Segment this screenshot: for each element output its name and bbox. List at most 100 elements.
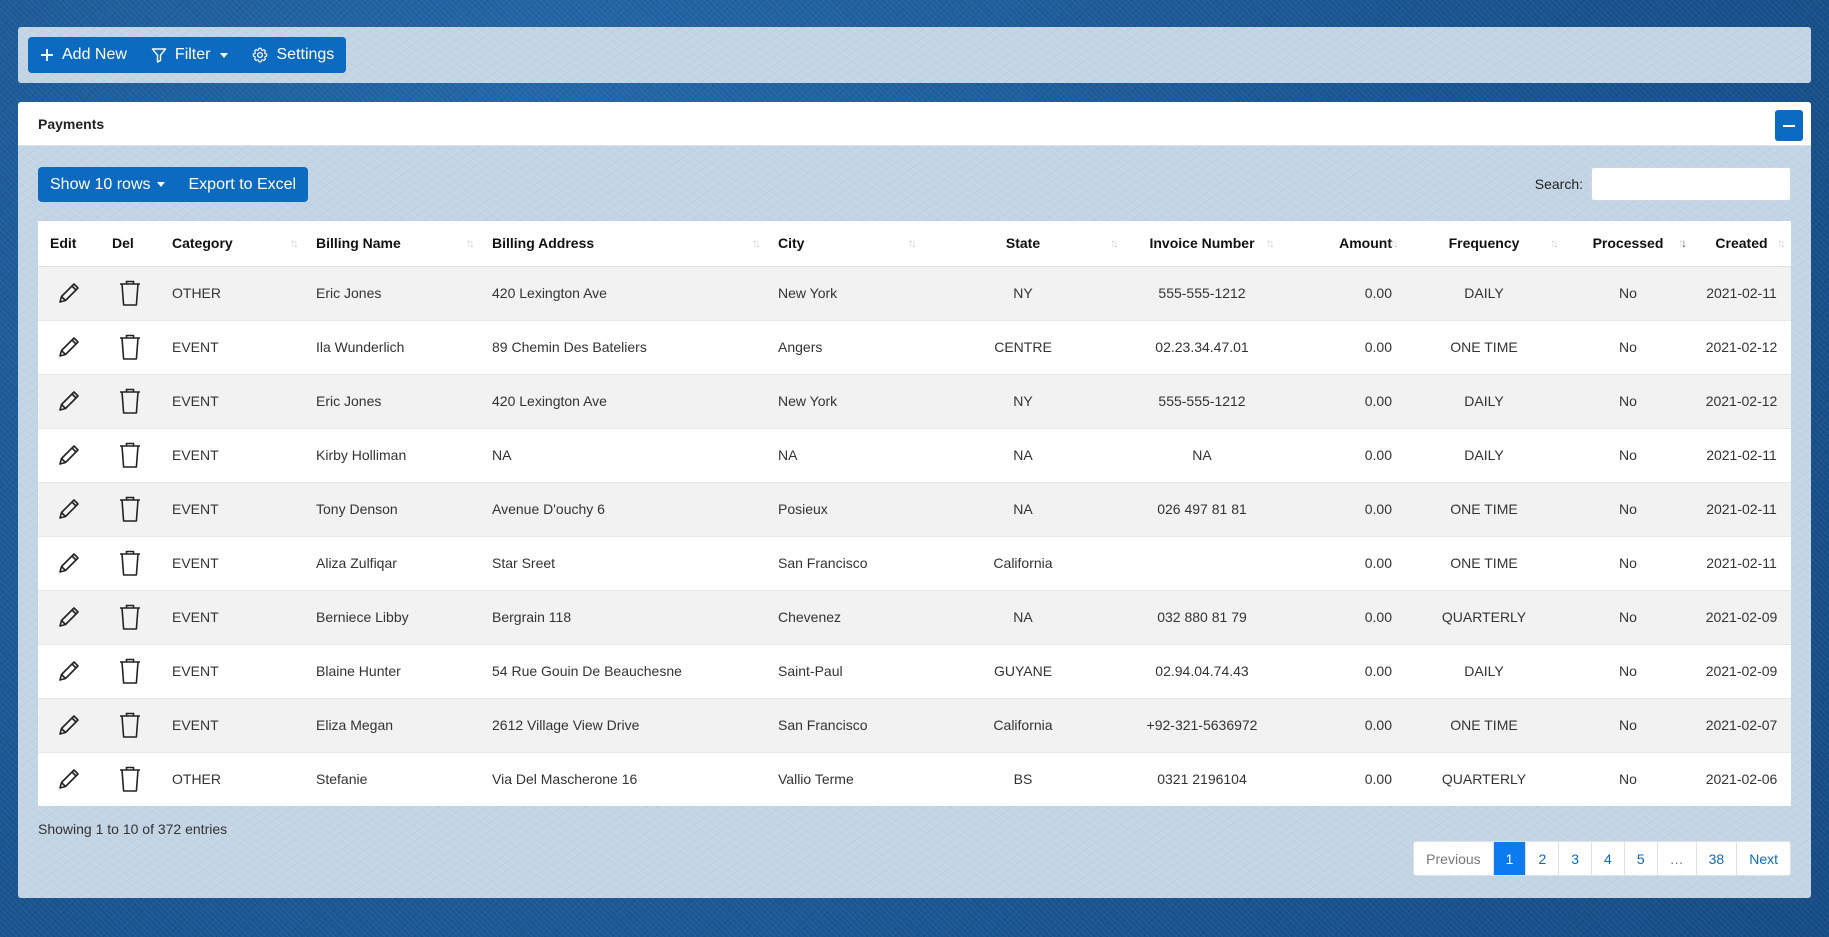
cell-amount: 0.00	[1280, 535, 1404, 590]
cell-city: San Francisco	[766, 697, 922, 752]
pencil-icon[interactable]	[55, 553, 83, 573]
plus-icon	[40, 48, 54, 62]
show-rows-dropdown[interactable]: Show 10 rows	[38, 167, 177, 202]
page-4-button[interactable]: 4	[1591, 842, 1624, 875]
cell-category: EVENT	[160, 697, 304, 752]
cell-frequency: QUARTERLY	[1404, 751, 1564, 806]
cell-invoice-number: 032 880 81 79	[1124, 589, 1280, 644]
edit-cell	[38, 751, 100, 806]
cell-state: GUYANE	[922, 643, 1124, 698]
trash-icon[interactable]	[117, 280, 143, 306]
pencil-icon[interactable]	[55, 445, 83, 465]
table-header-row: Edit Del Category ↑↓ Billing Name ↑↓ Billing A…	[38, 221, 1791, 267]
filter-button[interactable]: Filter	[138, 37, 241, 73]
cell-city: Posieux	[766, 481, 922, 536]
cell-frequency: DAILY	[1404, 643, 1564, 698]
trash-icon[interactable]	[117, 496, 143, 522]
column-header-label: Billing Address	[492, 235, 595, 252]
cell-billing-name: Aliza Zulfiqar	[304, 535, 480, 590]
cell-invoice-number: NA	[1124, 427, 1280, 482]
trash-icon[interactable]	[117, 658, 143, 684]
column-header-label: Billing Name	[316, 235, 401, 252]
cell-category: OTHER	[160, 265, 304, 320]
trash-icon[interactable]	[117, 712, 143, 738]
sort-arrows-icon: ↑↓	[1777, 236, 1786, 250]
next-page-button[interactable]: Next	[1736, 842, 1790, 875]
delete-cell	[100, 319, 160, 374]
page-3-button[interactable]: 3	[1558, 842, 1591, 875]
previous-page-button[interactable]: Previous	[1414, 842, 1492, 875]
cell-billing-address: 89 Chemin Des Bateliers	[480, 319, 766, 374]
cell-billing-address: Via Del Mascherone 16	[480, 751, 766, 806]
trash-icon[interactable]	[117, 334, 143, 360]
cell-frequency: ONE TIME	[1404, 481, 1564, 536]
trash-icon[interactable]	[117, 388, 143, 414]
page-1-button[interactable]: 1	[1492, 842, 1526, 875]
top-toolbar: Add New Filter Settings	[18, 27, 1811, 83]
settings-button[interactable]: Settings	[240, 37, 347, 73]
column-header-created[interactable]: Created ↑↓	[1692, 221, 1791, 267]
search-input[interactable]	[1591, 167, 1791, 201]
column-header-del: Del	[100, 221, 160, 267]
cell-frequency: DAILY	[1404, 265, 1564, 320]
collapse-button[interactable]	[1775, 110, 1803, 141]
pencil-icon[interactable]	[55, 499, 83, 519]
cell-category: EVENT	[160, 589, 304, 644]
delete-cell	[100, 751, 160, 806]
table-row: EVENT Eric Jones 420 Lexington Ave New York…	[38, 373, 1791, 428]
table-row: EVENT Kirby Holliman NA NA NA NA 0.00 DAILY No 20…	[38, 427, 1791, 482]
edit-cell	[38, 697, 100, 752]
column-header-amount[interactable]: Amount ↑↓	[1280, 221, 1404, 267]
sort-arrows-icon: ↑↓	[1110, 236, 1119, 250]
pencil-icon[interactable]	[55, 661, 83, 681]
page-5-button[interactable]: 5	[1623, 842, 1657, 875]
table-row: EVENT Blaine Hunter 54 Rue Gouin De Beauch…	[38, 643, 1791, 698]
export-excel-button[interactable]: Export to Excel	[177, 167, 309, 202]
column-header-label: Invoice Number	[1149, 235, 1255, 252]
column-header-label: Del	[112, 235, 134, 252]
column-header-frequency[interactable]: Frequency ↑↓	[1404, 221, 1564, 267]
column-header-label: City	[778, 235, 805, 252]
cell-category: OTHER	[160, 751, 304, 806]
cell-billing-address: Bergrain 118	[480, 589, 766, 644]
edit-cell	[38, 481, 100, 536]
add-new-button[interactable]: Add New	[28, 37, 139, 73]
column-header-processed[interactable]: Processed ↑↓	[1564, 221, 1692, 267]
cell-processed: No	[1564, 643, 1692, 698]
trash-icon[interactable]	[117, 550, 143, 576]
cell-processed: No	[1564, 751, 1692, 806]
column-header-edit: Edit	[38, 221, 100, 267]
cell-invoice-number	[1124, 535, 1280, 590]
pencil-icon[interactable]	[55, 337, 83, 357]
delete-cell	[100, 589, 160, 644]
cell-created: 2021-02-06	[1692, 751, 1791, 806]
pagination: Previous 1 2 3 4 5… 38 Next	[1413, 841, 1791, 876]
column-header-billing-address[interactable]: Billing Address ↑↓	[480, 221, 766, 267]
table-row: EVENT Eliza Megan 2612 Village View Drive S…	[38, 697, 1791, 752]
cell-invoice-number: 0321 2196104	[1124, 751, 1280, 806]
trash-icon[interactable]	[117, 766, 143, 793]
pencil-icon[interactable]	[55, 607, 83, 627]
cell-state: CENTRE	[922, 319, 1124, 374]
cell-created: 2021-02-09	[1692, 589, 1791, 644]
cell-amount: 0.00	[1280, 481, 1404, 536]
column-header-category[interactable]: Category ↑↓	[160, 221, 304, 267]
pencil-icon[interactable]	[55, 391, 83, 411]
page-2-button[interactable]: 2	[1525, 842, 1558, 875]
pencil-icon[interactable]	[55, 715, 83, 735]
page-ellipsis: …	[1656, 842, 1696, 875]
column-header-state[interactable]: State ↑↓	[922, 221, 1124, 267]
gear-icon	[252, 47, 268, 63]
column-header-label: State	[1005, 235, 1041, 252]
pencil-icon[interactable]	[55, 769, 83, 790]
column-header-invoice-number[interactable]: Invoice Number ↑↓	[1124, 221, 1280, 267]
funnel-icon	[151, 47, 167, 63]
trash-icon[interactable]	[117, 442, 143, 468]
add-new-label: Add New	[62, 46, 127, 63]
trash-icon[interactable]	[117, 604, 143, 630]
page-38-button[interactable]: 38	[1695, 842, 1737, 875]
column-header-billing-name[interactable]: Billing Name ↑↓	[304, 221, 480, 267]
pencil-icon[interactable]	[55, 283, 83, 303]
cell-state: NA	[922, 481, 1124, 536]
column-header-city[interactable]: City ↑↓	[766, 221, 922, 267]
